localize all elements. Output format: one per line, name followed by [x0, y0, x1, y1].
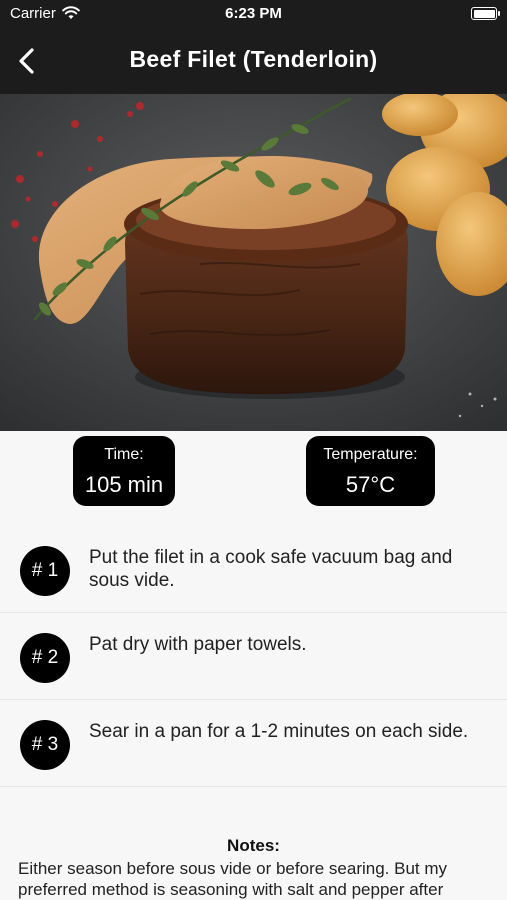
step-text: Sear in a pan for a 1-2 minutes on each …: [89, 721, 469, 742]
page-title: Beef Filet (Tenderloin): [129, 46, 378, 72]
navigation-bar: Beef Filet (Tenderloin): [0, 28, 507, 94]
step-item-1: # 1 Put the filet in a cook safe vacuum …: [0, 526, 507, 613]
temperature-card: Temperature: 57°C: [306, 436, 435, 506]
battery-icon: [471, 7, 500, 20]
step-text: Put the filet in a cook safe vacuum bag …: [89, 547, 453, 591]
time-label: Time:: [104, 446, 144, 463]
status-time: 6:23 PM: [225, 5, 282, 22]
status-bar: Carrier 6:23 PM: [0, 0, 507, 28]
notes-section: Notes: Either season before sous vide or…: [18, 836, 489, 900]
time-value: 105 min: [84, 472, 164, 497]
step-number-badge: # 2: [20, 633, 70, 683]
time-card: Time: 105 min: [73, 436, 175, 506]
notes-body: Either season before sous vide or before…: [18, 859, 448, 899]
steps-list: # 1 Put the filet in a cook safe vacuum …: [0, 526, 507, 787]
step-item-2: # 2 Pat dry with paper towels.: [0, 613, 507, 700]
step-text: Pat dry with paper towels.: [89, 634, 307, 655]
notes-heading: Notes:: [227, 836, 280, 855]
step-number-badge: # 3: [20, 720, 70, 770]
recipe-photo: [0, 94, 507, 431]
step-number-badge: # 1: [20, 546, 70, 596]
back-chevron-icon[interactable]: [12, 45, 44, 77]
temperature-value: 57°C: [345, 472, 396, 497]
temperature-label: Temperature:: [323, 446, 418, 463]
step-item-3: # 3 Sear in a pan for a 1-2 minutes on e…: [0, 700, 507, 787]
